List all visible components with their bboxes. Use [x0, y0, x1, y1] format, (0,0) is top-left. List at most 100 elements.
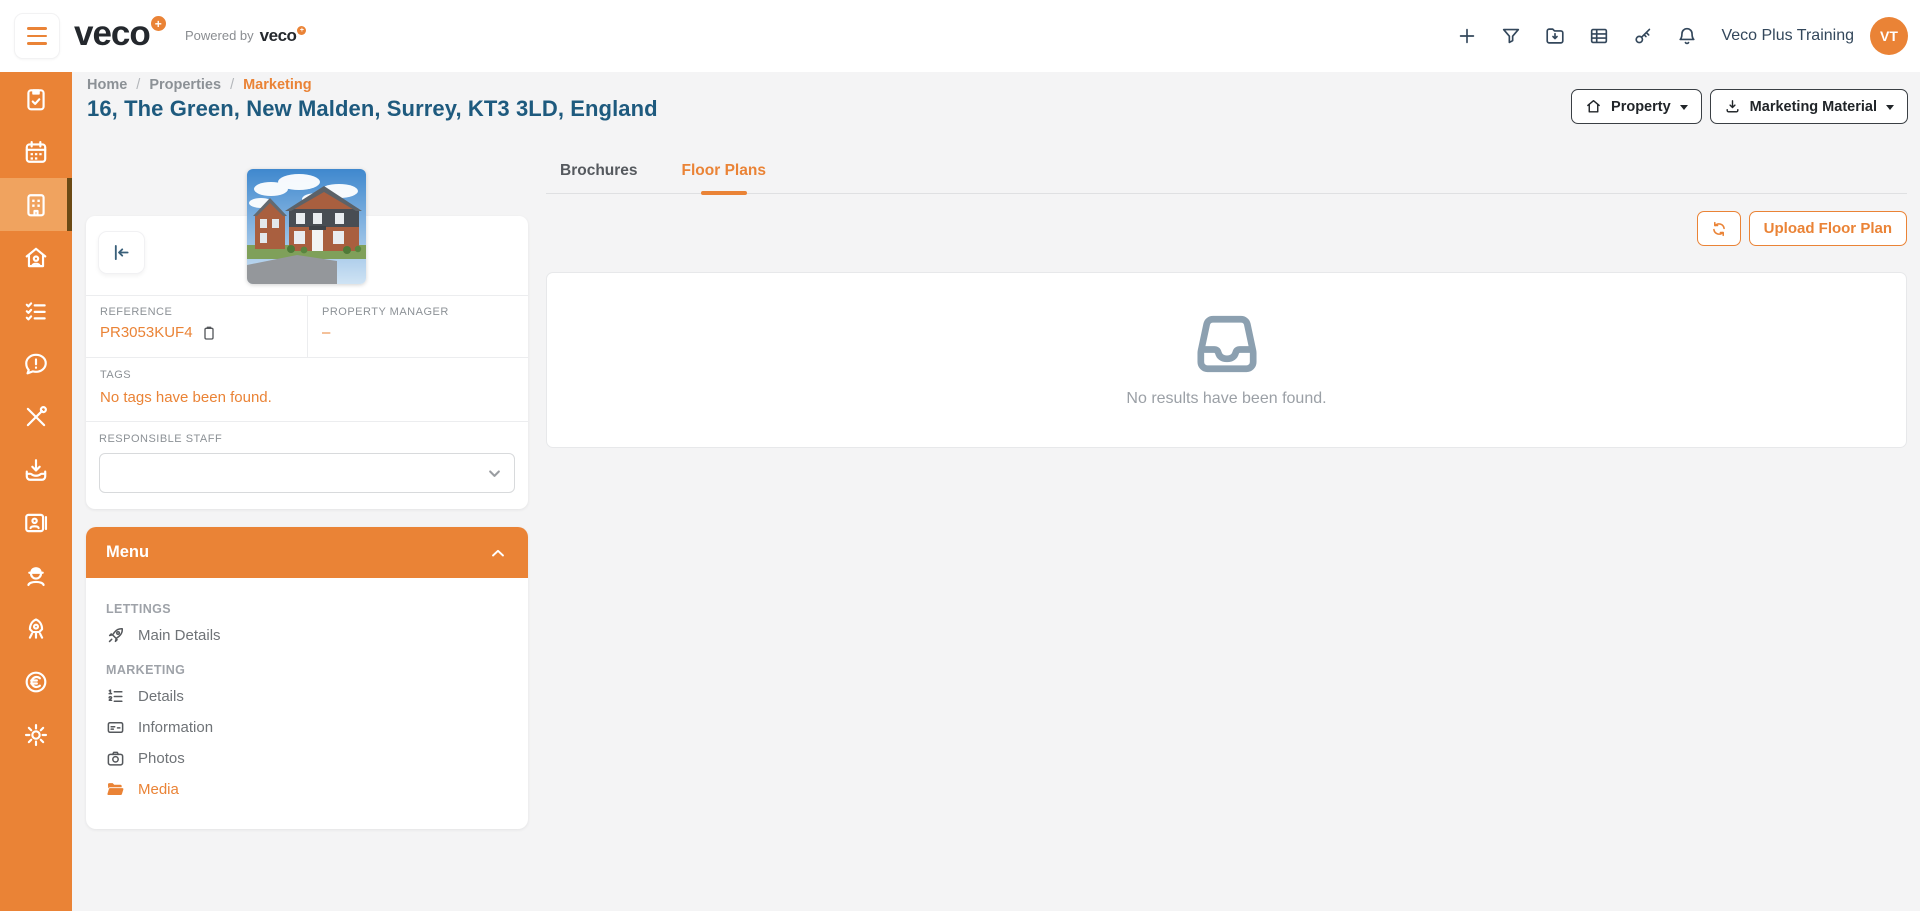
- comment-alert-icon: [23, 351, 49, 377]
- menu-item-information[interactable]: Information: [106, 712, 508, 743]
- menu-item-details[interactable]: Details: [106, 681, 508, 712]
- key-button[interactable]: [1623, 16, 1663, 56]
- breadcrumb-home[interactable]: Home: [87, 77, 127, 93]
- add-icon: [1456, 25, 1478, 47]
- sidebar-nav: [0, 72, 72, 911]
- sidebar-item-calendar[interactable]: [0, 125, 72, 178]
- tools-icon: [23, 404, 49, 430]
- tasks-icon: [23, 298, 49, 324]
- table-button[interactable]: [1579, 16, 1619, 56]
- powered-logo-plus-icon: +: [297, 26, 306, 35]
- chevron-up-icon[interactable]: [488, 543, 508, 563]
- numbered-list-icon: [106, 687, 125, 706]
- breadcrumb-marketing: Marketing: [243, 77, 312, 93]
- property-dropdown-label: Property: [1611, 99, 1671, 115]
- folder-download-icon: [1544, 25, 1566, 47]
- upload-floor-plan-button[interactable]: Upload Floor Plan: [1749, 211, 1907, 246]
- caret-down-icon: [1680, 105, 1688, 110]
- menu-item-main-details[interactable]: Main Details: [106, 620, 508, 651]
- veco-logo: veco +: [74, 14, 166, 54]
- notifications-button[interactable]: [1667, 16, 1707, 56]
- responsible-staff-label: RESPONSIBLE STAFF: [99, 433, 515, 445]
- empty-state-text: No results have been found.: [1126, 390, 1326, 408]
- property-manager-field: PROPERTY MANAGER –: [307, 296, 528, 357]
- sidebar-item-settings[interactable]: [0, 708, 72, 761]
- breadcrumb-separator: /: [136, 77, 140, 93]
- menu-item-media[interactable]: Media: [106, 774, 508, 805]
- powered-by-label: Powered by: [185, 26, 254, 46]
- property-dropdown-button[interactable]: Property: [1571, 89, 1702, 124]
- logo-text: veco: [74, 14, 150, 54]
- filter-icon: [1500, 25, 1522, 47]
- logo-plus-icon: +: [151, 16, 166, 31]
- tab-floor-plans[interactable]: Floor Plans: [680, 156, 768, 193]
- sidebar-item-tasks[interactable]: [0, 284, 72, 337]
- marketing-tabs: Brochures Floor Plans: [546, 156, 1907, 194]
- account-name[interactable]: Veco Plus Training: [1721, 27, 1854, 45]
- avatar[interactable]: VT: [1870, 17, 1908, 55]
- property-photo[interactable]: [247, 169, 366, 284]
- download-tray-icon: [23, 457, 49, 483]
- menu-header[interactable]: Menu: [86, 527, 528, 578]
- empty-inbox-icon: [1191, 312, 1263, 376]
- top-bar: veco + Powered by veco +: [0, 0, 1920, 72]
- refresh-icon: [1710, 220, 1728, 238]
- calendar-icon: [23, 139, 49, 165]
- copy-reference-button[interactable]: [201, 325, 217, 341]
- refresh-button[interactable]: [1697, 211, 1741, 246]
- breadcrumb: Home / Properties / Marketing: [87, 77, 312, 93]
- tags-label: TAGS: [100, 369, 514, 381]
- breadcrumb-properties[interactable]: Properties: [149, 77, 221, 93]
- property-manager-value: –: [322, 324, 514, 341]
- marketing-material-dropdown-button[interactable]: Marketing Material: [1710, 89, 1908, 124]
- home-icon: [1585, 98, 1602, 115]
- menu-item-label: Details: [138, 688, 184, 705]
- hamburger-menu-button[interactable]: [14, 13, 60, 59]
- property-manager-label: PROPERTY MANAGER: [322, 306, 514, 318]
- reference-label: REFERENCE: [100, 306, 293, 318]
- sidebar-item-accounts[interactable]: [0, 655, 72, 708]
- menu-card: Menu LETTINGS Main Details MARKETING Det…: [86, 527, 528, 829]
- banner-icon: [106, 718, 125, 737]
- sidebar-item-messages[interactable]: [0, 337, 72, 390]
- building-icon: [23, 192, 49, 218]
- sidebar-item-landlords[interactable]: [0, 231, 72, 284]
- sidebar-item-downloads[interactable]: [0, 443, 72, 496]
- veco-app: veco + Powered by veco +: [0, 0, 1920, 911]
- rocket-icon: [106, 626, 125, 645]
- tags-empty-text: No tags have been found.: [100, 389, 514, 406]
- filter-button[interactable]: [1491, 16, 1531, 56]
- chevron-down-icon: [485, 464, 504, 488]
- collapse-left-icon: [111, 242, 132, 263]
- sidebar-item-marketing[interactable]: [0, 602, 72, 655]
- contact-card-icon: [23, 510, 49, 536]
- folder-download-button[interactable]: [1535, 16, 1575, 56]
- tab-brochures[interactable]: Brochures: [558, 156, 640, 193]
- currency-circle-icon: [23, 669, 49, 695]
- sidebar-item-contacts[interactable]: [0, 496, 72, 549]
- add-button[interactable]: [1447, 16, 1487, 56]
- powered-logo-text: veco: [260, 26, 297, 45]
- sidebar-item-diary-tasks[interactable]: [0, 72, 72, 125]
- floor-plans-results-card: No results have been found.: [546, 272, 1907, 448]
- floor-plan-actions: Upload Floor Plan: [1697, 211, 1907, 246]
- collapse-panel-button[interactable]: [98, 231, 145, 274]
- sidebar-item-maintenance[interactable]: [0, 390, 72, 443]
- responsible-staff-select[interactable]: [99, 453, 515, 493]
- clipboard-check-icon: [23, 86, 49, 112]
- reference-value[interactable]: PR3053KUF4: [100, 324, 193, 341]
- table-icon: [1588, 25, 1610, 47]
- responsible-staff-field: RESPONSIBLE STAFF: [86, 421, 528, 509]
- menu-item-label: Information: [138, 719, 213, 736]
- menu-item-photos[interactable]: Photos: [106, 743, 508, 774]
- property-info-card: REFERENCE PR3053KUF4 PROPERTY MANAGER – …: [86, 216, 528, 509]
- caret-down-icon: [1886, 105, 1894, 110]
- menu-item-label: Main Details: [138, 627, 221, 644]
- menu-section-marketing: MARKETING: [106, 663, 508, 677]
- key-icon: [1632, 25, 1654, 47]
- download-icon: [1724, 98, 1741, 115]
- menu-body: LETTINGS Main Details MARKETING Details …: [86, 578, 528, 817]
- sidebar-item-properties[interactable]: [0, 178, 72, 231]
- sidebar-item-contractors[interactable]: [0, 549, 72, 602]
- menu-title: Menu: [106, 543, 149, 562]
